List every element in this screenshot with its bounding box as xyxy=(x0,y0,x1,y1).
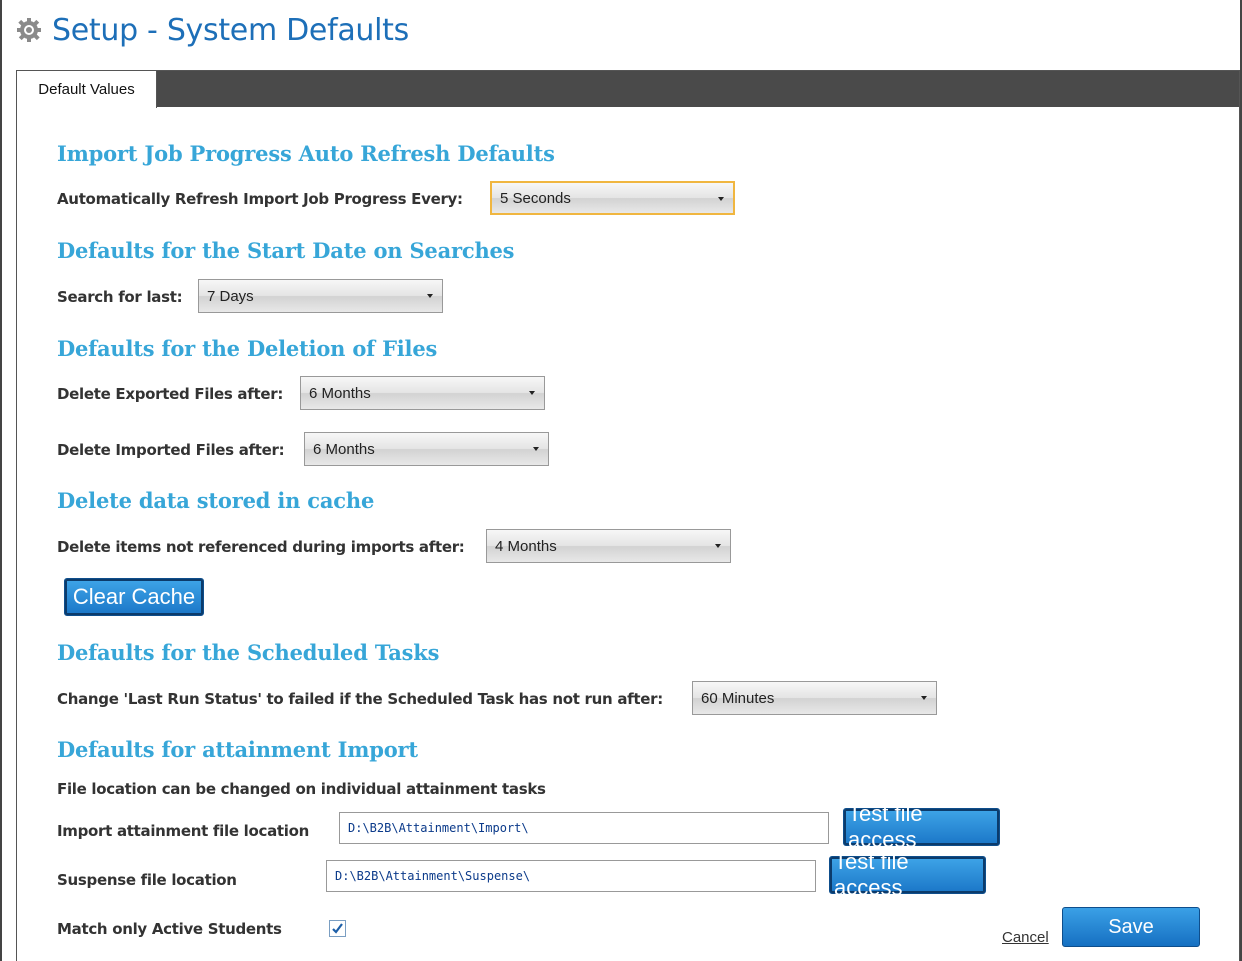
refresh-interval-select[interactable]: 5 Seconds xyxy=(490,181,735,215)
title-bar: Setup - System Defaults xyxy=(16,8,409,52)
import-location-label: Import attainment file location xyxy=(57,822,309,840)
clear-cache-button[interactable]: Clear Cache xyxy=(64,578,204,616)
gear-icon xyxy=(16,17,42,43)
tab-bar: Default Values xyxy=(17,71,1239,108)
scheduled-failed-label: Change 'Last Run Status' to failed if th… xyxy=(57,690,663,708)
section-heading-attainment: Defaults for attainment Import xyxy=(57,737,418,762)
attainment-note: File location can be changed on individu… xyxy=(57,780,546,798)
cache-delete-value: 4 Months xyxy=(495,537,557,555)
suspense-test-access-button[interactable]: Test file access xyxy=(829,849,986,900)
search-last-label: Search for last: xyxy=(57,288,183,306)
import-test-access-button[interactable]: Test file access xyxy=(843,801,1000,852)
delete-imported-label: Delete Imported Files after: xyxy=(57,441,285,459)
delete-exported-label: Delete Exported Files after: xyxy=(57,385,284,403)
scheduled-failed-select[interactable]: 60 Minutes xyxy=(692,681,937,715)
cache-delete-label: Delete items not referenced during impor… xyxy=(57,538,465,556)
checkmark-icon xyxy=(332,923,343,934)
delete-imported-select[interactable]: 6 Months xyxy=(304,432,549,466)
section-heading-search-start: Defaults for the Start Date on Searches xyxy=(57,238,515,263)
section-heading-deletion: Defaults for the Deletion of Files xyxy=(57,336,438,361)
refresh-interval-value: 5 Seconds xyxy=(500,189,571,207)
section-heading-scheduled: Defaults for the Scheduled Tasks xyxy=(57,640,440,665)
scheduled-failed-value: 60 Minutes xyxy=(701,689,775,707)
chevron-down-icon xyxy=(529,391,535,395)
cache-delete-select[interactable]: 4 Months xyxy=(486,529,731,563)
suspense-location-label: Suspense file location xyxy=(57,871,237,889)
chevron-down-icon xyxy=(427,294,433,298)
match-active-label: Match only Active Students xyxy=(57,920,282,938)
save-button[interactable]: Save xyxy=(1062,907,1200,947)
refresh-interval-label: Automatically Refresh Import Job Progres… xyxy=(57,190,463,208)
chevron-down-icon xyxy=(715,544,721,548)
delete-imported-value: 6 Months xyxy=(313,440,375,458)
match-active-checkbox[interactable] xyxy=(329,920,346,937)
search-last-select[interactable]: 7 Days xyxy=(198,279,443,313)
cancel-link[interactable]: Cancel xyxy=(1002,929,1049,946)
import-location-input[interactable]: D:\B2B\Attainment\Import\ xyxy=(339,812,829,844)
search-last-value: 7 Days xyxy=(207,287,254,305)
tab-default-values[interactable]: Default Values xyxy=(17,71,157,108)
section-heading-cache: Delete data stored in cache xyxy=(57,488,375,513)
chevron-down-icon xyxy=(921,696,927,700)
chevron-down-icon xyxy=(718,197,724,201)
page-title: Setup - System Defaults xyxy=(52,12,409,48)
section-heading-import-progress: Import Job Progress Auto Refresh Default… xyxy=(57,141,555,166)
delete-exported-value: 6 Months xyxy=(309,384,371,402)
chevron-down-icon xyxy=(533,447,539,451)
delete-exported-select[interactable]: 6 Months xyxy=(300,376,545,410)
content-panel: Default Values Import Job Progress Auto … xyxy=(16,70,1240,961)
suspense-location-input[interactable]: D:\B2B\Attainment\Suspense\ xyxy=(326,860,816,892)
